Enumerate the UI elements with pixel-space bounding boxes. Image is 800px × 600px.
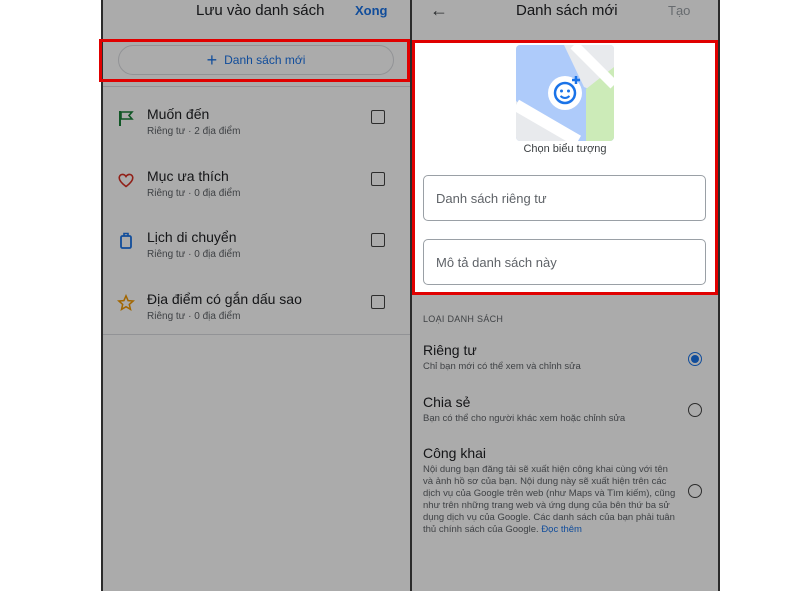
list-checkbox[interactable] (371, 233, 385, 247)
radio-public[interactable] (688, 484, 702, 498)
save-to-list-panel: Lưu vào danh sách Xong + Danh sách mới M… (103, 0, 412, 591)
list-meta: Riêng tư · 2 địa điểm (147, 126, 241, 137)
list-item-want-to-go[interactable]: Muốn đến Riêng tư · 2 địa điểm (103, 104, 410, 159)
back-arrow-icon[interactable]: ← (430, 0, 448, 21)
list-name: Muốn đến (147, 106, 210, 122)
list-item-favorites[interactable]: Mục ưa thích Riêng tư · 0 địa điểm (103, 166, 410, 221)
highlight-new-list-form (412, 40, 718, 295)
list-item-starred-places[interactable]: Địa điểm có gắn dấu sao Riêng tư · 0 địa… (103, 289, 410, 344)
highlight-new-list-button (99, 39, 410, 82)
option-desc: Bạn có thể cho người khác xem hoặc chỉnh… (423, 413, 626, 424)
list-checkbox[interactable] (371, 110, 385, 124)
list-checkbox[interactable] (371, 295, 385, 309)
list-type-heading: LOẠI DANH SÁCH (423, 314, 504, 324)
list-name: Địa điểm có gắn dấu sao (147, 291, 302, 307)
option-private[interactable]: Riêng tư Chỉ bạn mới có thể xem và chỉnh… (423, 342, 718, 373)
star-icon (117, 294, 135, 311)
page-title: Danh sách mới (516, 2, 618, 19)
list-meta: Riêng tư · 0 địa điểm (147, 188, 241, 199)
option-shared[interactable]: Chia sẻ Bạn có thể cho người khác xem ho… (423, 394, 718, 425)
option-public[interactable]: Công khai Nội dung bạn đăng tải sẽ xuất … (423, 445, 718, 536)
list-name: Mục ưa thích (147, 168, 229, 184)
luggage-icon (120, 232, 132, 249)
option-name: Riêng tư (423, 342, 477, 358)
divider (103, 334, 410, 335)
read-more-link[interactable]: Đọc thêm (541, 524, 582, 535)
create-button[interactable]: Tạo (668, 3, 690, 18)
divider (103, 86, 410, 87)
list-item-travel-plans[interactable]: Lịch di chuyển Riêng tư · 0 địa điểm (103, 227, 410, 282)
done-button[interactable]: Xong (355, 3, 388, 18)
radio-shared[interactable] (688, 403, 702, 417)
list-meta: Riêng tư · 0 địa điểm (147, 311, 241, 322)
option-desc: Chỉ bạn mới có thể xem và chỉnh sửa (423, 361, 581, 372)
radio-private[interactable] (688, 352, 702, 366)
option-desc: Nội dung bạn đăng tải sẽ xuất hiện công … (423, 464, 679, 536)
list-checkbox[interactable] (371, 172, 385, 186)
list-meta: Riêng tư · 0 địa điểm (147, 249, 241, 260)
option-name: Chia sẻ (423, 394, 471, 410)
option-name: Công khai (423, 445, 487, 461)
heart-icon (118, 173, 134, 188)
flag-icon (119, 111, 134, 126)
list-name: Lịch di chuyển (147, 229, 237, 245)
page-title: Lưu vào danh sách (196, 2, 325, 19)
